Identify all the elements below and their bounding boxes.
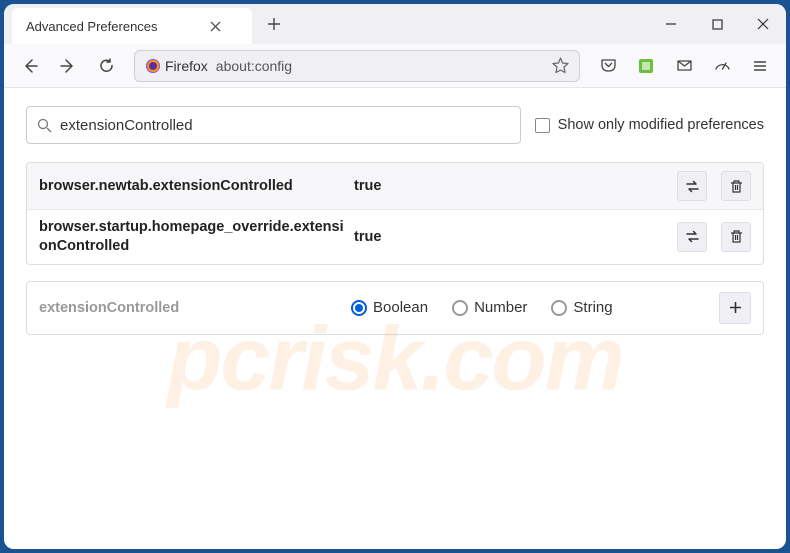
extension-icon bbox=[638, 58, 654, 74]
tab-title: Advanced Preferences bbox=[26, 19, 158, 34]
toggle-icon bbox=[684, 178, 701, 195]
tab-close-button[interactable] bbox=[208, 18, 224, 34]
star-icon bbox=[552, 57, 569, 74]
preference-row[interactable]: browser.startup.homepage_override.extens… bbox=[27, 209, 763, 264]
add-preference-button[interactable] bbox=[719, 292, 751, 324]
gauge-icon bbox=[714, 57, 731, 74]
type-number[interactable]: Number bbox=[452, 299, 527, 316]
radio-icon bbox=[351, 300, 367, 316]
radio-icon bbox=[452, 300, 468, 316]
pref-value: true bbox=[354, 229, 663, 245]
pocket-icon bbox=[600, 57, 617, 74]
arrow-left-icon bbox=[21, 57, 39, 75]
plus-icon bbox=[267, 17, 281, 31]
search-input[interactable] bbox=[60, 117, 510, 134]
type-string[interactable]: String bbox=[551, 299, 612, 316]
browser-window: Advanced Preferences bbox=[4, 4, 786, 549]
checkbox-icon bbox=[535, 118, 550, 133]
menu-button[interactable] bbox=[744, 50, 776, 82]
toggle-button[interactable] bbox=[677, 171, 707, 201]
type-radio-group: Boolean Number String bbox=[351, 299, 707, 316]
close-button[interactable] bbox=[740, 4, 786, 44]
close-icon bbox=[757, 18, 769, 30]
toggle-icon bbox=[684, 228, 701, 245]
bookmark-star-button[interactable] bbox=[552, 57, 569, 74]
minimize-button[interactable] bbox=[648, 4, 694, 44]
pref-name: browser.startup.homepage_override.extens… bbox=[39, 218, 344, 256]
mail-icon bbox=[676, 57, 693, 74]
toggle-button[interactable] bbox=[677, 222, 707, 252]
back-button[interactable] bbox=[14, 50, 46, 82]
reload-button[interactable] bbox=[90, 50, 122, 82]
radio-label: Number bbox=[474, 299, 527, 316]
plus-icon bbox=[728, 300, 743, 315]
content-area: pcrisk.com Show only modified preference… bbox=[4, 88, 786, 549]
pref-value: true bbox=[354, 178, 663, 194]
maximize-button[interactable] bbox=[694, 4, 740, 44]
forward-button[interactable] bbox=[52, 50, 84, 82]
search-row: Show only modified preferences bbox=[26, 106, 764, 144]
preference-list: browser.newtab.extensionControlled true … bbox=[26, 162, 764, 265]
pocket-button[interactable] bbox=[592, 50, 624, 82]
radio-label: String bbox=[573, 299, 612, 316]
firefox-icon bbox=[145, 58, 161, 74]
trash-icon bbox=[729, 179, 744, 194]
speed-button[interactable] bbox=[706, 50, 738, 82]
minimize-icon bbox=[665, 18, 677, 30]
search-icon bbox=[37, 118, 52, 133]
maximize-icon bbox=[712, 19, 723, 30]
identity-box[interactable]: Firefox bbox=[145, 58, 208, 74]
tab-active[interactable]: Advanced Preferences bbox=[12, 8, 252, 44]
reload-icon bbox=[98, 57, 115, 74]
extension-button[interactable] bbox=[630, 50, 662, 82]
new-tab-button[interactable] bbox=[258, 8, 290, 40]
mail-button[interactable] bbox=[668, 50, 700, 82]
nav-toolbar: Firefox about:config bbox=[4, 44, 786, 88]
radio-icon bbox=[551, 300, 567, 316]
titlebar: Advanced Preferences bbox=[4, 4, 786, 44]
delete-button[interactable] bbox=[721, 171, 751, 201]
radio-label: Boolean bbox=[373, 299, 428, 316]
window-controls bbox=[648, 4, 786, 44]
preference-row[interactable]: browser.newtab.extensionControlled true bbox=[27, 163, 763, 209]
identity-label: Firefox bbox=[165, 58, 208, 74]
trash-icon bbox=[729, 229, 744, 244]
pref-name: browser.newtab.extensionControlled bbox=[39, 177, 344, 196]
delete-button[interactable] bbox=[721, 222, 751, 252]
search-box[interactable] bbox=[26, 106, 521, 144]
close-icon bbox=[210, 21, 221, 32]
create-pref-name: extensionControlled bbox=[39, 300, 339, 316]
create-preference-row: extensionControlled Boolean Number Strin… bbox=[26, 281, 764, 335]
hamburger-icon bbox=[752, 58, 768, 74]
url-bar[interactable]: Firefox about:config bbox=[134, 50, 580, 82]
arrow-right-icon bbox=[59, 57, 77, 75]
modified-only-label: Show only modified preferences bbox=[558, 117, 764, 133]
modified-only-toggle[interactable]: Show only modified preferences bbox=[535, 117, 764, 133]
url-text: about:config bbox=[216, 58, 544, 74]
type-boolean[interactable]: Boolean bbox=[351, 299, 428, 316]
